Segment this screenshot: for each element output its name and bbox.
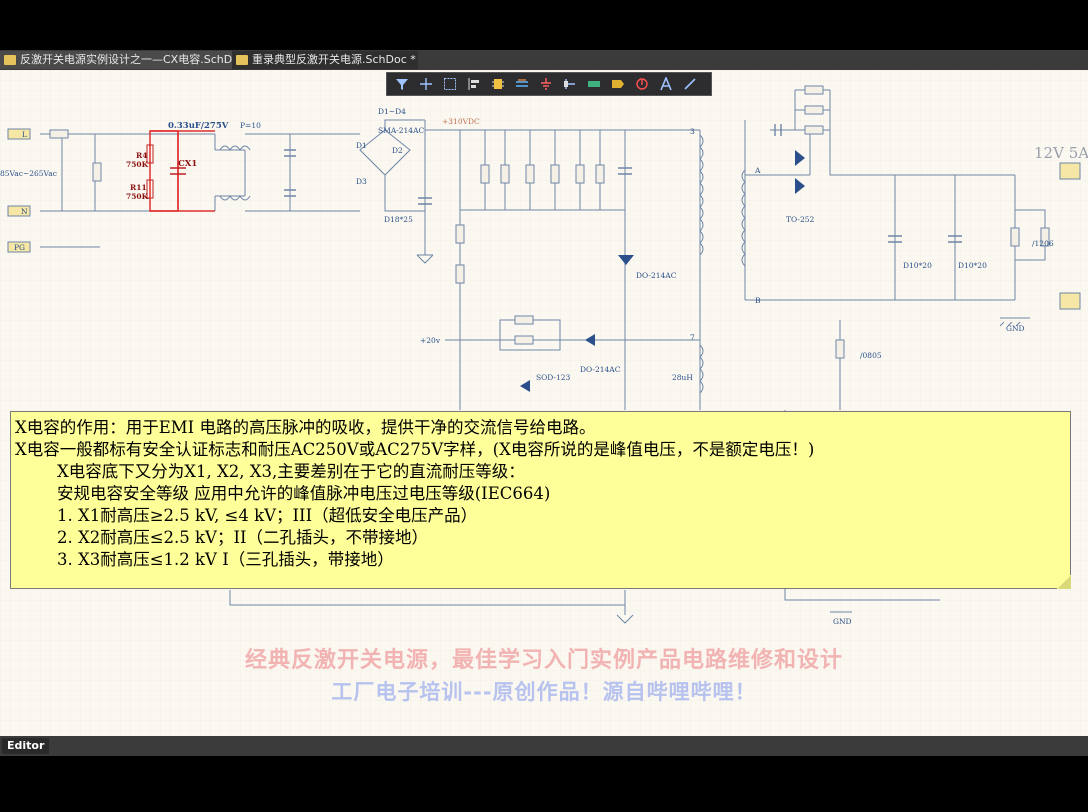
status-bar: Editor: [0, 736, 1088, 756]
note-line-2: X电容一般都标有安全认证标志和耐压AC250V或AC275V字样，(X电容所说的…: [15, 440, 815, 459]
pg-port-label: PG: [14, 243, 25, 252]
do214-label-1: DO-214AC: [636, 271, 677, 280]
gnd-label-2: GND: [833, 617, 852, 626]
pin3-label: 3: [690, 127, 695, 136]
cx1-label: CX1: [178, 159, 197, 169]
ac-range-label: 85Vac~265Vac: [0, 169, 57, 178]
align-icon[interactable]: [463, 74, 485, 94]
d1825-label: D18*25: [384, 215, 413, 224]
d1d4-label: D1~D4: [378, 107, 406, 116]
watermark-line-2: 工厂电子培训---原创作品！源自哔哩哔哩！: [331, 680, 757, 704]
note-line-3: X电容底下又分为X1, X2, X3,主要差别在于它的直流耐压等级：: [57, 462, 525, 481]
note-line-1: X电容的作用：用于EMI 电路的高压脉冲的吸收，提供干净的交流信号给电路。: [15, 418, 596, 437]
filter-icon[interactable]: [391, 74, 413, 94]
port-icon[interactable]: [559, 74, 581, 94]
schematic-doc-icon: [4, 55, 16, 65]
watermark-line-1: 经典反激开关电源，最佳学习入门实例产品电路维修和设计: [244, 648, 843, 673]
note-line-5: 1. X1耐高压≥2.5 kV, ≤4 kV；III（超低安全电压产品）: [57, 506, 478, 525]
inductance-label: 28uH: [672, 373, 693, 382]
net-label-icon[interactable]: [511, 74, 533, 94]
select-rect-icon[interactable]: [439, 74, 461, 94]
d1-label: D1: [356, 141, 367, 150]
d3-label: D3: [356, 177, 367, 186]
sod123-label: SOD-123: [536, 373, 571, 382]
cap-size-label-1: D10*20: [903, 261, 932, 270]
cap-value-label: 0.33uF/275V: [168, 121, 229, 131]
b-label: B: [755, 296, 761, 305]
do214-label-2: DO-214AC: [580, 365, 621, 374]
note-line-7: 3. X3耐高压≤1.2 kV I（三孔插头，带接地）: [57, 550, 394, 569]
n-port-label: N: [21, 207, 28, 216]
line-icon[interactable]: [679, 74, 701, 94]
note-line-4: 安规电容安全等级 应用中允许的峰值脉冲电压过电压等级(IEC664): [57, 484, 551, 503]
l-port-label: L: [22, 130, 27, 139]
r4-value: 750K: [126, 160, 149, 169]
tab-cx-capacitor-schdoc[interactable]: 反激开关电源实例设计之一—CX电容.SchDoc *: [0, 51, 254, 69]
bus-icon[interactable]: [583, 74, 605, 94]
vdc-label: +310VDC: [442, 117, 480, 126]
d2-label: D2: [392, 146, 403, 155]
schematic-canvas[interactable]: 0.33uF/275V P=10 D1~D4 SMA-214AC +310VDC…: [0, 70, 1088, 736]
p10-label: P=10: [240, 121, 261, 130]
x-capacitor-note[interactable]: X电容的作用：用于EMI 电路的高压脉冲的吸收，提供干净的交流信号给电路。 X电…: [10, 411, 1071, 589]
sheet-entry-icon[interactable]: [607, 74, 629, 94]
component-icon[interactable]: [487, 74, 509, 94]
schematic-toolbar: [386, 72, 712, 96]
tab-label: 反激开关电源实例设计之一—CX电容.SchDoc *: [20, 53, 254, 66]
to252-label: TO-252: [786, 215, 815, 224]
sma-label: SMA-214AC: [378, 126, 424, 135]
document-tab-bar: 反激开关电源实例设计之一—CX电容.SchDoc * 重录典型反激开关电源.Sc…: [0, 50, 1088, 70]
cap-size-label-2: D10*20: [958, 261, 987, 270]
tab-label: 重录典型反激开关电源.SchDoc *: [252, 53, 416, 66]
package-0805-label: /0805: [860, 351, 882, 360]
r11-label: R11: [130, 183, 147, 192]
schematic-doc-icon: [236, 55, 248, 65]
package-1206-label: /1206: [1032, 239, 1054, 248]
ground-icon[interactable]: [535, 74, 557, 94]
schematic-drawing: 0.33uF/275V P=10 D1~D4 SMA-214AC +310VDC…: [0, 70, 1088, 736]
crosshair-icon[interactable]: [415, 74, 437, 94]
aux-voltage-label: +20v: [420, 336, 441, 345]
r4-label: R4: [136, 151, 147, 160]
power-icon[interactable]: [631, 74, 653, 94]
pin7-label: 7: [690, 333, 695, 342]
note-fold-corner: [1057, 575, 1071, 589]
note-line-6: 2. X2耐高压≤2.5 kV；II（二孔插头，不带接地）: [57, 528, 428, 547]
text-icon[interactable]: [655, 74, 677, 94]
tab-flyback-schdoc[interactable]: 重录典型反激开关电源.SchDoc *: [232, 51, 418, 69]
gnd-label: GND: [1006, 324, 1025, 333]
a-label: A: [754, 166, 761, 175]
output-voltage-label: 12V 5A: [1034, 144, 1088, 162]
r11-value: 750K: [126, 192, 149, 201]
editor-panel-tab[interactable]: Editor: [2, 738, 50, 754]
